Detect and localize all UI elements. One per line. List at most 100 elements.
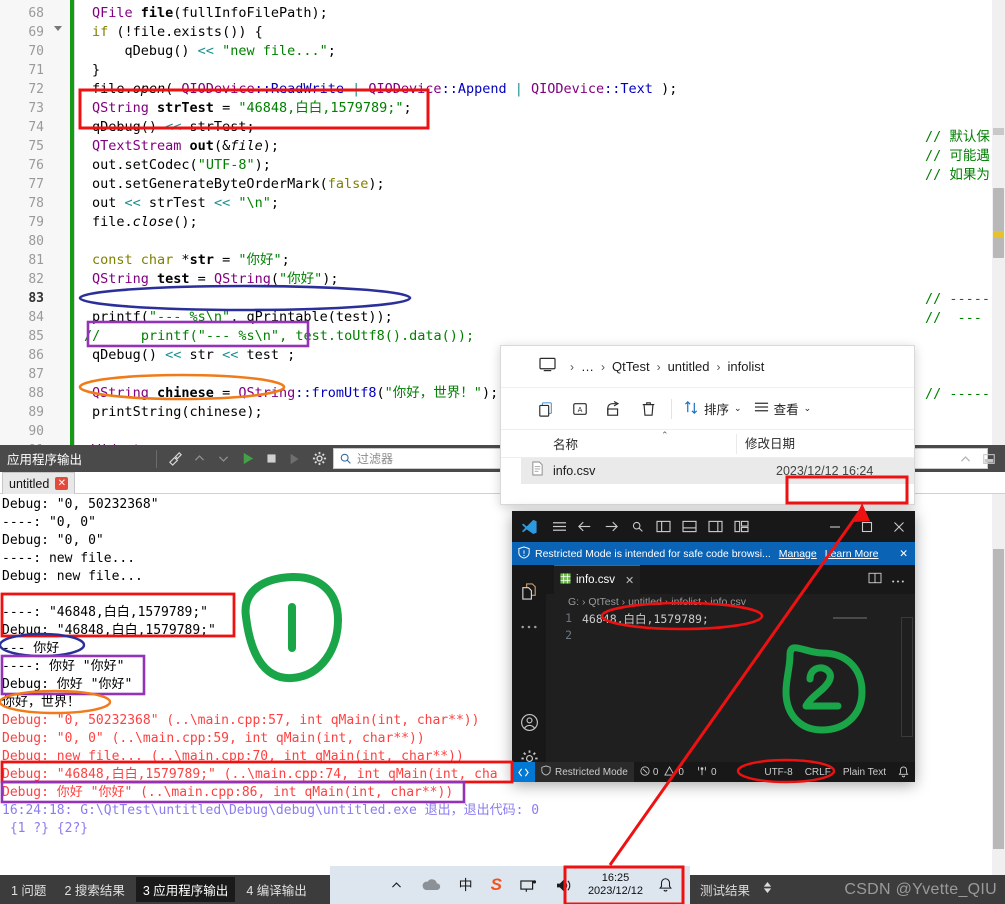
this-pc-icon[interactable] bbox=[539, 357, 556, 377]
learn-more-link[interactable]: Learn More bbox=[825, 548, 879, 560]
sort-updown-icon[interactable] bbox=[762, 880, 773, 900]
run-icon[interactable] bbox=[236, 448, 258, 470]
clear-output-icon[interactable] bbox=[164, 448, 186, 470]
maximize-icon[interactable] bbox=[851, 511, 883, 542]
windows-taskbar[interactable]: 中 S 16:25 2023/12/12 bbox=[330, 866, 690, 904]
taskbar-clock[interactable]: 16:25 2023/12/12 bbox=[582, 872, 649, 898]
stop-icon[interactable] bbox=[260, 448, 282, 470]
code-line[interactable]: out.setCodec("UTF-8"); bbox=[92, 156, 271, 175]
column-header-name[interactable]: 名称 bbox=[501, 434, 736, 453]
prev-item-icon[interactable] bbox=[188, 448, 210, 470]
vscode-scrollbar[interactable] bbox=[901, 617, 913, 737]
console-scrollbar[interactable] bbox=[992, 494, 1005, 875]
view-button[interactable]: 查看 ⌄ bbox=[748, 399, 818, 418]
code-line[interactable]: QString strTest = "46848,白白,1579789;"; bbox=[92, 99, 412, 118]
code-line[interactable]: printf("--- %s\n", qPrintable(test)); bbox=[92, 308, 393, 327]
breadcrumb-overflow[interactable]: … bbox=[578, 359, 597, 374]
sogou-icon[interactable]: S bbox=[491, 875, 502, 895]
qt-output-selector[interactable]: 1 问题 2 搜索结果 3 应用程序输出 4 编译输出 bbox=[0, 877, 314, 902]
vscode-tab-actions[interactable] bbox=[868, 565, 911, 594]
close-icon[interactable]: ✕ bbox=[625, 574, 634, 587]
fold-triangle-icon[interactable] bbox=[52, 22, 64, 34]
code-line[interactable]: QFile file(fullInfoFilePath); bbox=[92, 4, 328, 23]
code-line[interactable]: file.open( QIODevice::ReadWrite | QIODev… bbox=[92, 80, 677, 99]
code-line[interactable]: qDebug() << str << test ; bbox=[92, 346, 295, 365]
volume-icon[interactable] bbox=[556, 878, 573, 893]
qt-status-item-1[interactable]: 1 问题 bbox=[4, 877, 53, 902]
explorer-toolbar[interactable]: A 排序 ⌄ 查看 ⌄ bbox=[501, 388, 914, 430]
layout-right-icon[interactable] bbox=[702, 514, 728, 540]
console-scrollbar-thumb[interactable] bbox=[993, 549, 1004, 849]
breadcrumb-item-infolist[interactable]: infolist bbox=[725, 359, 768, 374]
tab-info-csv[interactable]: info.csv ✕ bbox=[554, 565, 641, 594]
remote-indicator-icon[interactable] bbox=[512, 762, 535, 782]
chevron-up-icon[interactable] bbox=[390, 879, 403, 892]
notification-bell-icon[interactable] bbox=[658, 877, 673, 893]
ime-chinese-icon[interactable]: 中 bbox=[459, 875, 473, 895]
code-line[interactable]: file.close(); bbox=[92, 213, 198, 232]
layout-grid-icon[interactable] bbox=[728, 514, 754, 540]
vscode-tab-bar[interactable]: info.csv ✕ bbox=[546, 565, 915, 594]
qt-status-item-4[interactable]: 4 编译输出 bbox=[239, 877, 313, 902]
manage-link[interactable]: Manage bbox=[779, 548, 817, 560]
restricted-mode-status[interactable]: Restricted Mode bbox=[535, 762, 634, 782]
editor-scrollbar-thumb[interactable] bbox=[993, 188, 1004, 258]
more-icon[interactable] bbox=[891, 571, 905, 589]
display-icon[interactable] bbox=[520, 878, 538, 893]
settings-icon[interactable] bbox=[308, 448, 330, 470]
rename-icon[interactable]: A bbox=[563, 394, 597, 424]
next-item-icon[interactable] bbox=[212, 448, 234, 470]
vscode-code-line[interactable]: 46848,白白,1579789; bbox=[582, 611, 709, 627]
onedrive-icon[interactable] bbox=[421, 878, 441, 892]
vscode-minimap[interactable] bbox=[833, 617, 881, 622]
explorer-address-bar[interactable]: › … › QtTest › untitled › infolist bbox=[501, 346, 914, 388]
forward-arrow-icon[interactable] bbox=[598, 514, 624, 540]
close-icon[interactable] bbox=[883, 511, 915, 542]
sort-button[interactable]: 排序 ⌄ bbox=[678, 399, 748, 418]
code-line[interactable]: } bbox=[92, 61, 100, 80]
menu-icon[interactable] bbox=[546, 514, 572, 540]
attach-debugger-icon[interactable] bbox=[284, 448, 306, 470]
search-icon[interactable] bbox=[624, 514, 650, 540]
editor-scrollbar[interactable] bbox=[992, 0, 1005, 445]
copy-icon[interactable] bbox=[529, 394, 563, 424]
maximize-icon[interactable] bbox=[978, 448, 1000, 470]
code-line[interactable]: QString test = QString("你好"); bbox=[92, 270, 339, 289]
qt-status-item-3[interactable]: 3 应用程序输出 bbox=[135, 877, 236, 902]
encoding-status[interactable]: UTF-8 bbox=[758, 767, 798, 778]
vscode-status-bar[interactable]: Restricted Mode 0 0 0 UTF-8 CRLF Plain T… bbox=[512, 762, 915, 782]
breadcrumb[interactable]: › QtTest › untitled › infolist bbox=[597, 359, 767, 374]
vscode-editor[interactable]: info.csv ✕ G: › QtTest › untitled › info… bbox=[546, 565, 915, 762]
column-header-date[interactable]: 修改日期 bbox=[736, 433, 795, 454]
ports-status[interactable]: 0 bbox=[690, 765, 723, 779]
layout-sidebar-icon[interactable] bbox=[650, 514, 676, 540]
code-line[interactable]: QTextStream out(&file); bbox=[92, 137, 279, 156]
back-arrow-icon[interactable] bbox=[572, 514, 598, 540]
vscode-breadcrumb[interactable]: G: › QtTest › untitled › infolist › info… bbox=[568, 596, 746, 608]
code-line[interactable]: out.setGenerateByteOrderMark(false); bbox=[92, 175, 385, 194]
code-line[interactable]: const char *str = "你好"; bbox=[92, 251, 290, 270]
file-explorer-window[interactable]: › … › QtTest › untitled › infolist A 排序 ⌄ bbox=[500, 345, 915, 505]
breadcrumb-item-untitled[interactable]: untitled bbox=[665, 359, 713, 374]
breadcrumb-item-QtTest[interactable]: QtTest bbox=[609, 359, 653, 374]
vscode-title-bar[interactable] bbox=[512, 511, 915, 542]
vscode-activity-bar[interactable] bbox=[512, 565, 546, 782]
share-icon[interactable] bbox=[597, 394, 631, 424]
explorer-icon[interactable] bbox=[512, 573, 546, 609]
problems-status[interactable]: 0 0 bbox=[634, 765, 690, 779]
language-mode-status[interactable]: Plain Text bbox=[837, 767, 892, 778]
code-line[interactable]: if (!file.exists()) { bbox=[92, 23, 263, 42]
qt-test-results[interactable]: 测试结果 bbox=[700, 875, 773, 904]
eol-status[interactable]: CRLF bbox=[799, 767, 837, 778]
code-line[interactable]: QString chinese = QString::fromUtf8("你好，… bbox=[92, 384, 498, 403]
code-line[interactable]: printString(chinese); bbox=[92, 403, 263, 422]
minimize-icon[interactable] bbox=[819, 511, 851, 542]
code-line[interactable]: // printf("--- %s\n", test.toUtf8().data… bbox=[84, 327, 474, 346]
close-icon[interactable]: ✕ bbox=[899, 548, 908, 560]
explorer-column-header[interactable]: 名称 修改日期 bbox=[501, 430, 914, 458]
code-line[interactable]: qDebug() << strTest; bbox=[92, 118, 255, 137]
code-line[interactable]: qDebug() << "new file..."; bbox=[92, 42, 336, 61]
editor-fold-bar[interactable] bbox=[48, 0, 70, 445]
layout-panel-icon[interactable] bbox=[676, 514, 702, 540]
account-icon[interactable] bbox=[512, 704, 546, 740]
